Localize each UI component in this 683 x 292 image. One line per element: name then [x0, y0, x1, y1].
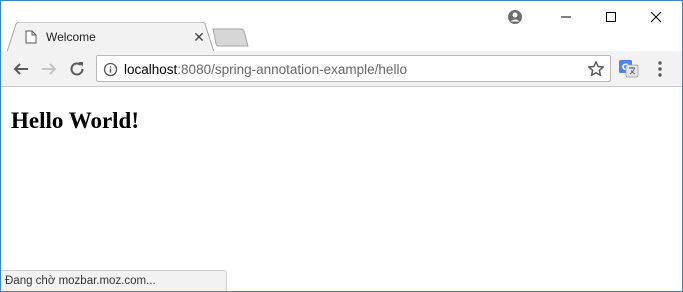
title-bar: Welcome ✕ — [1, 1, 682, 52]
maximize-icon — [606, 12, 616, 22]
browser-window: Welcome ✕ localhost:8080/spring-annotati… — [0, 0, 683, 292]
minimize-button[interactable] — [551, 7, 581, 27]
browser-toolbar: localhost:8080/spring-annotation-example… — [1, 51, 682, 87]
back-arrow-icon — [13, 63, 28, 75]
active-tab[interactable]: Welcome ✕ — [25, 28, 207, 46]
star-icon[interactable] — [587, 60, 605, 78]
close-icon — [650, 11, 662, 23]
url-path: :8080/spring-annotation-example/hello — [177, 62, 407, 77]
forward-button[interactable] — [39, 59, 59, 79]
page-icon — [25, 30, 37, 44]
kebab-menu-icon[interactable] — [653, 60, 667, 78]
back-button[interactable] — [11, 59, 31, 79]
url-host: localhost — [124, 62, 178, 77]
google-translate-icon[interactable]: G — [619, 60, 639, 78]
url-text[interactable]: localhost:8080/spring-annotation-example… — [124, 62, 407, 77]
status-bubble: Đang chờ mozbar.moz.com... — [1, 270, 227, 291]
page-heading: Hello World! — [11, 108, 139, 133]
address-bar[interactable]: localhost:8080/spring-annotation-example… — [96, 55, 611, 82]
tab-title: Welcome — [46, 30, 96, 44]
page-content: Hello World! — [1, 88, 682, 291]
tab-close-icon[interactable]: ✕ — [191, 29, 207, 46]
new-tab-button[interactable] — [211, 28, 249, 48]
reload-button[interactable] — [67, 59, 87, 79]
info-icon[interactable] — [103, 62, 118, 77]
reload-icon — [70, 62, 84, 76]
close-window-button[interactable] — [641, 7, 671, 27]
maximize-button[interactable] — [596, 7, 626, 27]
minimize-icon — [561, 16, 571, 18]
forward-arrow-icon — [42, 63, 57, 75]
account-icon[interactable] — [507, 9, 523, 25]
